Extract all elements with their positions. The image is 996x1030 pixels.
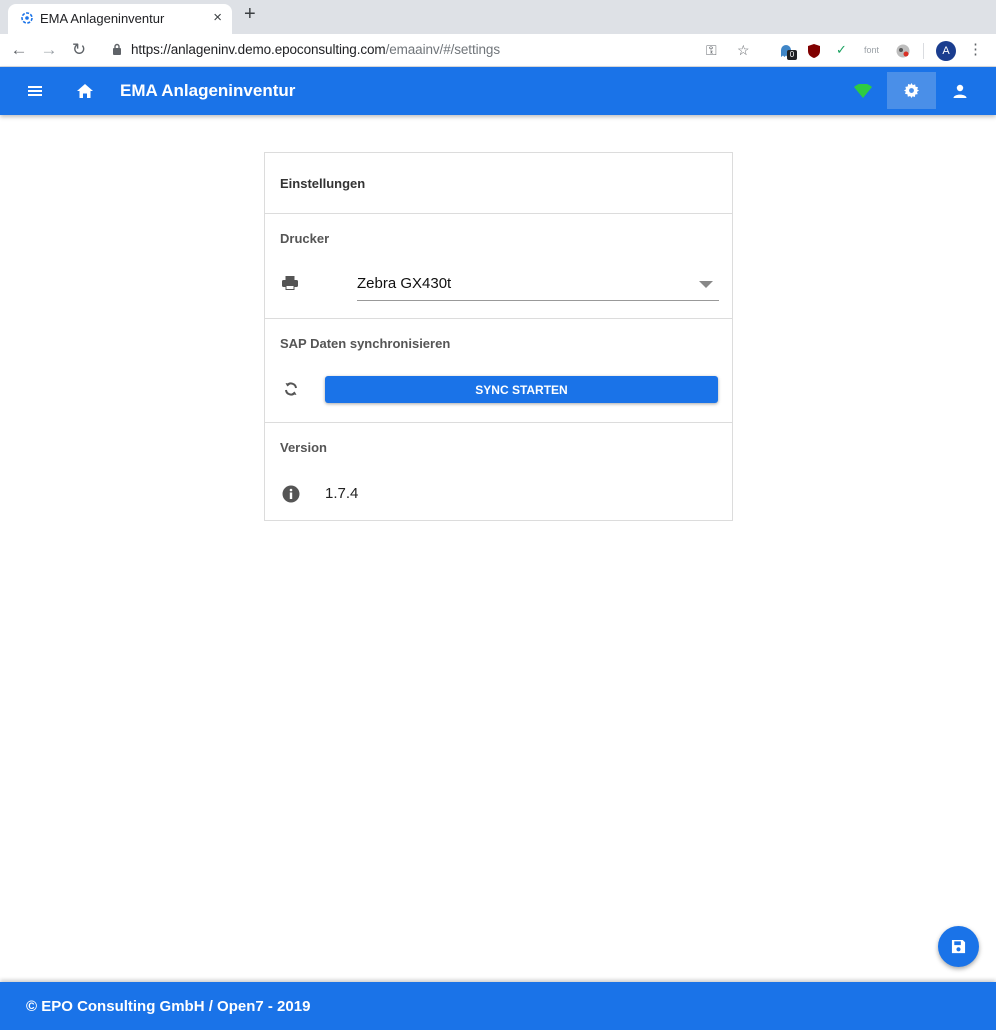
- app-favicon-icon: [21, 12, 33, 24]
- settings-button[interactable]: [887, 72, 936, 109]
- printer-selected-value: Zebra GX430t: [357, 275, 452, 292]
- lock-icon: [113, 43, 121, 55]
- dropdown-caret-icon: [699, 281, 713, 288]
- page-footer: © EPO Consulting GmbH / Open7 - 2019: [0, 982, 996, 1030]
- footer-copyright: © EPO Consulting GmbH / Open7 - 2019: [26, 998, 311, 1015]
- save-fab-button[interactable]: [938, 926, 979, 967]
- browser-toolbar: ← → ↻ https://anlageninv.demo.epoconsult…: [0, 34, 996, 67]
- checkmark-extension-icon[interactable]: ✓: [836, 40, 847, 60]
- font-extension-icon[interactable]: font: [864, 40, 879, 60]
- ublock-shield-icon[interactable]: [806, 41, 822, 61]
- app-header: EMA Anlageninventur: [0, 67, 996, 115]
- reload-icon[interactable]: ↻: [68, 39, 90, 61]
- toolbar-divider: [923, 43, 924, 59]
- floppy-disk-icon: [951, 939, 966, 954]
- browser-tab[interactable]: EMA Anlageninventur ×: [8, 4, 232, 34]
- printer-icon: [282, 276, 298, 290]
- sync-label: SAP Daten synchronisieren: [280, 336, 451, 351]
- new-tab-button[interactable]: +: [244, 3, 256, 26]
- version-section: Version 1.7.4: [265, 422, 732, 520]
- version-value: 1.7.4: [325, 485, 359, 502]
- tab-title: EMA Anlageninventur: [40, 11, 165, 26]
- sync-icon: [285, 382, 297, 396]
- url-path: /emaainv/#/settings: [385, 42, 501, 57]
- gear-icon: [904, 83, 919, 98]
- home-icon[interactable]: [76, 82, 94, 100]
- printer-select[interactable]: Zebra GX430t: [357, 266, 719, 301]
- profile-avatar[interactable]: A: [936, 41, 956, 61]
- settings-title: Einstellungen: [280, 176, 366, 191]
- tab-close-icon[interactable]: ×: [213, 9, 222, 26]
- user-icon[interactable]: [952, 83, 968, 99]
- version-label: Version: [280, 440, 327, 455]
- settings-card: Einstellungen Drucker Zebra GX430t SAP D…: [264, 152, 733, 521]
- bookmark-star-icon[interactable]: ☆: [737, 40, 750, 60]
- url-host: https://anlageninv.demo.epoconsulting.co…: [131, 42, 386, 57]
- hamburger-menu-icon[interactable]: [27, 83, 43, 99]
- key-icon[interactable]: ⚿: [706, 40, 717, 60]
- app-title: EMA Anlageninventur: [120, 81, 296, 100]
- connection-status-icon: [854, 84, 872, 98]
- sync-section: SAP Daten synchronisieren SYNC STARTEN: [265, 318, 732, 422]
- info-icon: [282, 485, 300, 503]
- address-bar[interactable]: https://anlageninv.demo.epoconsulting.co…: [131, 42, 500, 57]
- printer-label: Drucker: [280, 231, 330, 246]
- browser-tab-bar: EMA Anlageninventur × +: [0, 0, 996, 34]
- privacy-extension-icon[interactable]: [895, 41, 911, 61]
- printer-section: Drucker Zebra GX430t: [265, 213, 732, 318]
- browser-menu-icon[interactable]: ⋮: [968, 40, 983, 58]
- forward-arrow-icon[interactable]: →: [38, 39, 60, 61]
- sync-start-button[interactable]: SYNC STARTEN: [325, 376, 718, 403]
- back-arrow-icon[interactable]: ←: [8, 39, 30, 61]
- extension-badge: 0: [787, 50, 797, 60]
